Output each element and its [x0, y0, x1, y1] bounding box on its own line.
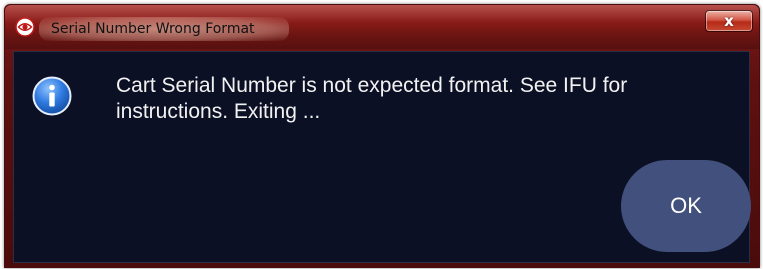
ok-button[interactable]: OK — [621, 160, 751, 252]
eye-app-icon — [15, 17, 35, 37]
close-icon: x — [724, 11, 734, 30]
dialog-content: Cart Serial Number is not expected forma… — [13, 51, 751, 263]
info-icon — [32, 76, 72, 116]
dialog-window: Serial Number Wrong Format x Cart Serial… — [4, 4, 760, 268]
window-title: Serial Number Wrong Format — [51, 21, 255, 37]
title-bar[interactable]: Serial Number Wrong Format x — [5, 5, 759, 49]
dialog-message: Cart Serial Number is not expected forma… — [116, 74, 628, 123]
close-button[interactable]: x — [705, 10, 753, 32]
